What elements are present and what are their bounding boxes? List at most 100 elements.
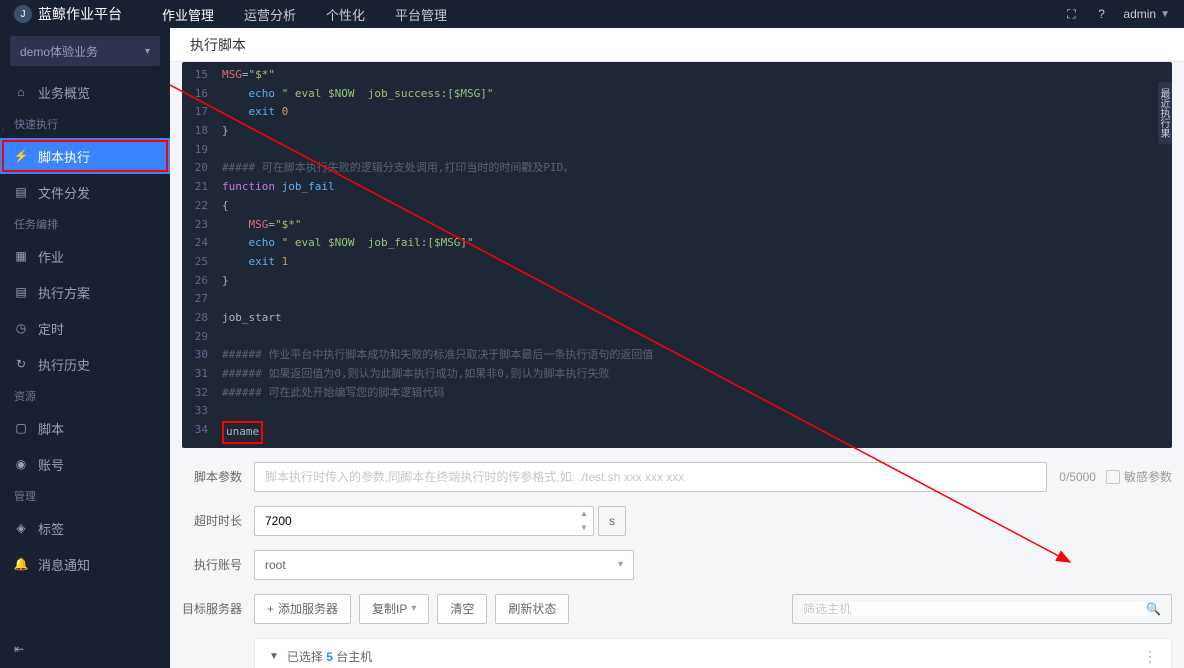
sidebar-item-label: 业务概览: [38, 83, 90, 102]
spin-down[interactable]: ▼: [576, 521, 592, 535]
nav-analytics[interactable]: 运营分析: [244, 5, 296, 24]
account-label: 执行账号: [182, 556, 242, 573]
line-number: 24: [182, 234, 222, 253]
sidebar-item-label: 账号: [38, 455, 64, 474]
line-number: 16: [182, 85, 222, 104]
nav-platform[interactable]: 平台管理: [395, 5, 447, 24]
timeout-input[interactable]: [254, 506, 594, 536]
timeout-unit: s: [598, 506, 626, 536]
chevron-down-icon: ▼: [1160, 9, 1170, 20]
app-name: 蓝鲸作业平台: [38, 4, 122, 24]
target-label: 目标服务器: [182, 600, 242, 617]
sensitive-label: 敏感参数: [1124, 468, 1172, 485]
sidebar-item-label: 标签: [38, 519, 64, 538]
params-label: 脚本参数: [182, 468, 242, 485]
collapse-icon: ⇤: [14, 642, 24, 656]
line-number: 25: [182, 253, 222, 272]
sidebar-item-label: 作业: [38, 247, 64, 266]
collapse-toggle[interactable]: ▼: [269, 651, 279, 662]
line-number: 28: [182, 309, 222, 328]
clear-button[interactable]: 清空: [437, 594, 487, 624]
line-number: 20: [182, 159, 222, 178]
line-number: 15: [182, 66, 222, 85]
nav-personalize[interactable]: 个性化: [326, 5, 365, 24]
user-menu[interactable]: admin ▼: [1123, 7, 1170, 21]
line-number: 26: [182, 272, 222, 291]
sidebar-section-quick: 快速执行: [0, 110, 170, 138]
sidebar-item-label: 文件分发: [38, 183, 90, 202]
expand-icon[interactable]: ⛶: [1063, 6, 1079, 22]
copy-ip-button[interactable]: 复制IP ▾: [359, 594, 429, 624]
history-icon: ↻: [14, 357, 28, 371]
host-search-input[interactable]: [803, 602, 1146, 616]
refresh-button[interactable]: 刷新状态: [495, 594, 569, 624]
btn-label: 添加服务器: [278, 600, 338, 617]
sidebar-item-label: 执行方案: [38, 283, 90, 302]
app-logo[interactable]: J 蓝鲸作业平台: [14, 4, 122, 24]
sidebar-file-dist[interactable]: ▤ 文件分发: [0, 174, 170, 210]
nav-job-manage[interactable]: 作业管理: [162, 5, 214, 24]
sidebar-plans[interactable]: ▤ 执行方案: [0, 274, 170, 310]
sidebar-collapse[interactable]: ⇤: [0, 630, 170, 668]
file-icon: ▤: [14, 185, 28, 199]
host-search[interactable]: 🔍: [792, 594, 1172, 624]
sidebar-tags[interactable]: ◈ 标签: [0, 510, 170, 546]
spin-up[interactable]: ▲: [576, 507, 592, 521]
line-number: 17: [182, 103, 222, 122]
selected-count: 已选择 5 台主机: [287, 648, 372, 665]
line-number: 23: [182, 216, 222, 235]
line-number: 33: [182, 402, 222, 421]
sidebar-history[interactable]: ↻执行历史: [0, 346, 170, 382]
sensitive-checkbox[interactable]: 敏感参数: [1106, 468, 1172, 485]
list-icon: ▤: [14, 285, 28, 299]
code-content: 15MSG="$*" 16 echo " eval $NOW job_succe…: [182, 62, 1172, 448]
line-number: 34: [182, 421, 222, 444]
sidebar-section-task: 任务编排: [0, 210, 170, 238]
business-selector[interactable]: demo体验业务 ▾: [10, 36, 160, 66]
line-number: 22: [182, 197, 222, 216]
home-icon: ⌂: [14, 85, 28, 99]
sidebar-item-label: 消息通知: [38, 555, 90, 574]
sidebar-scripts[interactable]: ▢ 脚本: [0, 410, 170, 446]
params-input[interactable]: [254, 462, 1047, 492]
script-icon: ▢: [14, 421, 28, 435]
code-editor[interactable]: 15MSG="$*" 16 echo " eval $NOW job_succe…: [182, 62, 1172, 448]
business-name: demo体验业务: [20, 43, 98, 60]
sidebar-cron[interactable]: ◷ 定时: [0, 310, 170, 346]
logo-icon: J: [14, 5, 32, 23]
line-number: 30: [182, 346, 222, 365]
help-icon[interactable]: ?: [1093, 6, 1109, 22]
add-server-button[interactable]: +添加服务器: [254, 594, 351, 624]
highlighted-command: uname: [222, 421, 263, 444]
user-icon: ◉: [14, 457, 28, 471]
bolt-icon: ⚡: [14, 149, 28, 163]
editor-side-tab[interactable]: 最近执行果: [1158, 82, 1172, 144]
page-title: 执行脚本: [170, 28, 1184, 62]
line-number: 29: [182, 328, 222, 347]
char-counter: 0/5000: [1059, 470, 1096, 484]
chevron-down-icon: ▾: [618, 559, 623, 570]
sidebar-jobs[interactable]: ▦ 作业: [0, 238, 170, 274]
timeout-label: 超时时长: [182, 512, 242, 529]
sidebar-section-res: 资源: [0, 382, 170, 410]
tag-icon: ◈: [14, 521, 28, 535]
host-table: ▼ 已选择 5 台主机 ⋮ 主机IP 云区域 Agent 状态 主机名 操作作系…: [254, 638, 1172, 668]
sidebar-item-label: 脚本: [38, 419, 64, 438]
line-number: 32: [182, 384, 222, 403]
sidebar-section-manage: 管理: [0, 482, 170, 510]
sidebar-script-exec[interactable]: ⚡脚本执行: [0, 138, 170, 174]
sidebar-item-label: 定时: [38, 319, 64, 338]
line-number: 27: [182, 290, 222, 309]
chevron-down-icon: ▾: [411, 603, 416, 614]
sidebar-accounts[interactable]: ◉ 账号: [0, 446, 170, 482]
clock-icon: ◷: [14, 321, 28, 335]
more-icon[interactable]: ⋮: [1143, 648, 1157, 665]
bell-icon: 🔔: [14, 557, 28, 571]
btn-label: 复制IP: [372, 600, 407, 617]
account-select[interactable]: root ▾: [254, 550, 634, 580]
line-number: 19: [182, 141, 222, 160]
doc-icon: ▦: [14, 249, 28, 263]
line-number: 21: [182, 178, 222, 197]
sidebar-notify[interactable]: 🔔 消息通知: [0, 546, 170, 582]
sidebar-overview[interactable]: ⌂ 业务概览: [0, 74, 170, 110]
